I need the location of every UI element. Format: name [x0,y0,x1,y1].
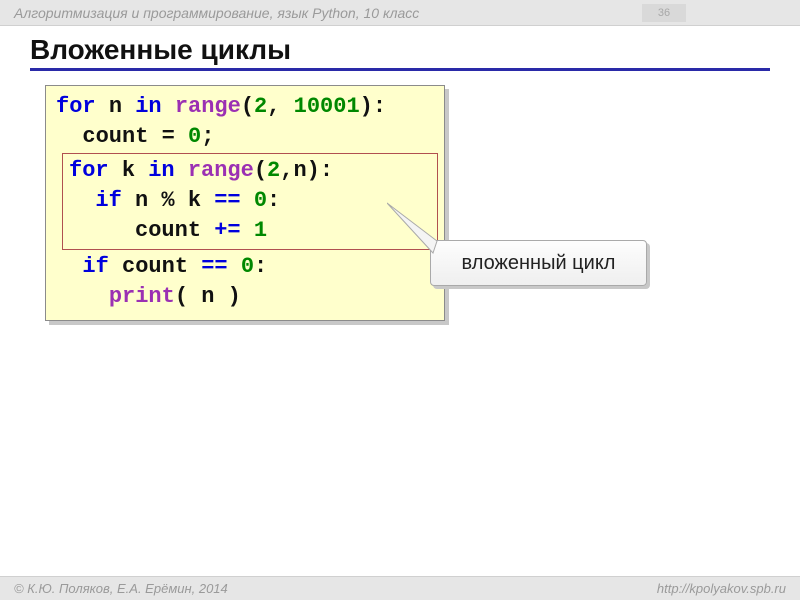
code-block: for n in range(2, 10001): count = 0; for… [45,85,445,321]
kw-in: in [135,94,161,119]
fn-print: print [109,284,175,309]
num-0: 0 [188,124,201,149]
kw-if: if [95,188,121,213]
callout-text: вложенный цикл [462,252,616,275]
kw-in: in [148,158,174,183]
num-0: 0 [254,188,267,213]
var-n: n [109,94,122,119]
callout-box: вложенный цикл [430,240,647,286]
num-2: 2 [267,158,280,183]
var-n: n [293,158,306,183]
code-line-5: count += 1 [69,216,431,246]
fn-range: range [175,94,241,119]
code-line-4: if n % k == 0: [69,186,431,216]
var-count: count [135,218,201,243]
var-k: k [188,188,201,213]
fn-range: range [188,158,254,183]
num-2: 2 [254,94,267,119]
var-k: k [122,158,135,183]
kw-for: for [69,158,109,183]
inner-loop-block: for k in range(2,n): if n % k == 0: coun… [62,153,438,250]
footer-url: http://kpolyakov.spb.ru [657,581,786,596]
kw-if: if [82,254,108,279]
page-title: Вложенные циклы [0,26,800,68]
num-0: 0 [241,254,254,279]
code-line-7: print( n ) [56,282,434,312]
page-number: 36 [642,4,686,22]
footer-bar: © К.Ю. Поляков, Е.А. Ерёмин, 2014 http:/… [0,576,800,600]
header-bar: Алгоритмизация и программирование, язык … [0,0,800,26]
var-count: count [82,124,148,149]
code-line-1: for n in range(2, 10001): [56,92,434,122]
num-1: 1 [254,218,267,243]
slide: Алгоритмизация и программирование, язык … [0,0,800,600]
op-eqeq: == [201,254,227,279]
op-pluseq: += [214,218,240,243]
code-line-6: if count == 0: [56,252,434,282]
num-10001: 10001 [294,94,360,119]
callout-pointer-icon [387,195,447,255]
footer-authors: © К.Ю. Поляков, Е.А. Ерёмин, 2014 [14,581,228,596]
var-n: n [135,188,148,213]
op-eqeq: == [214,188,240,213]
course-title: Алгоритмизация и программирование, язык … [14,5,419,21]
title-rule [30,68,770,71]
var-n: n [201,284,214,309]
code-line-2: count = 0; [56,122,434,152]
var-count: count [122,254,188,279]
kw-for: for [56,94,96,119]
code-line-3: for k in range(2,n): [69,156,431,186]
